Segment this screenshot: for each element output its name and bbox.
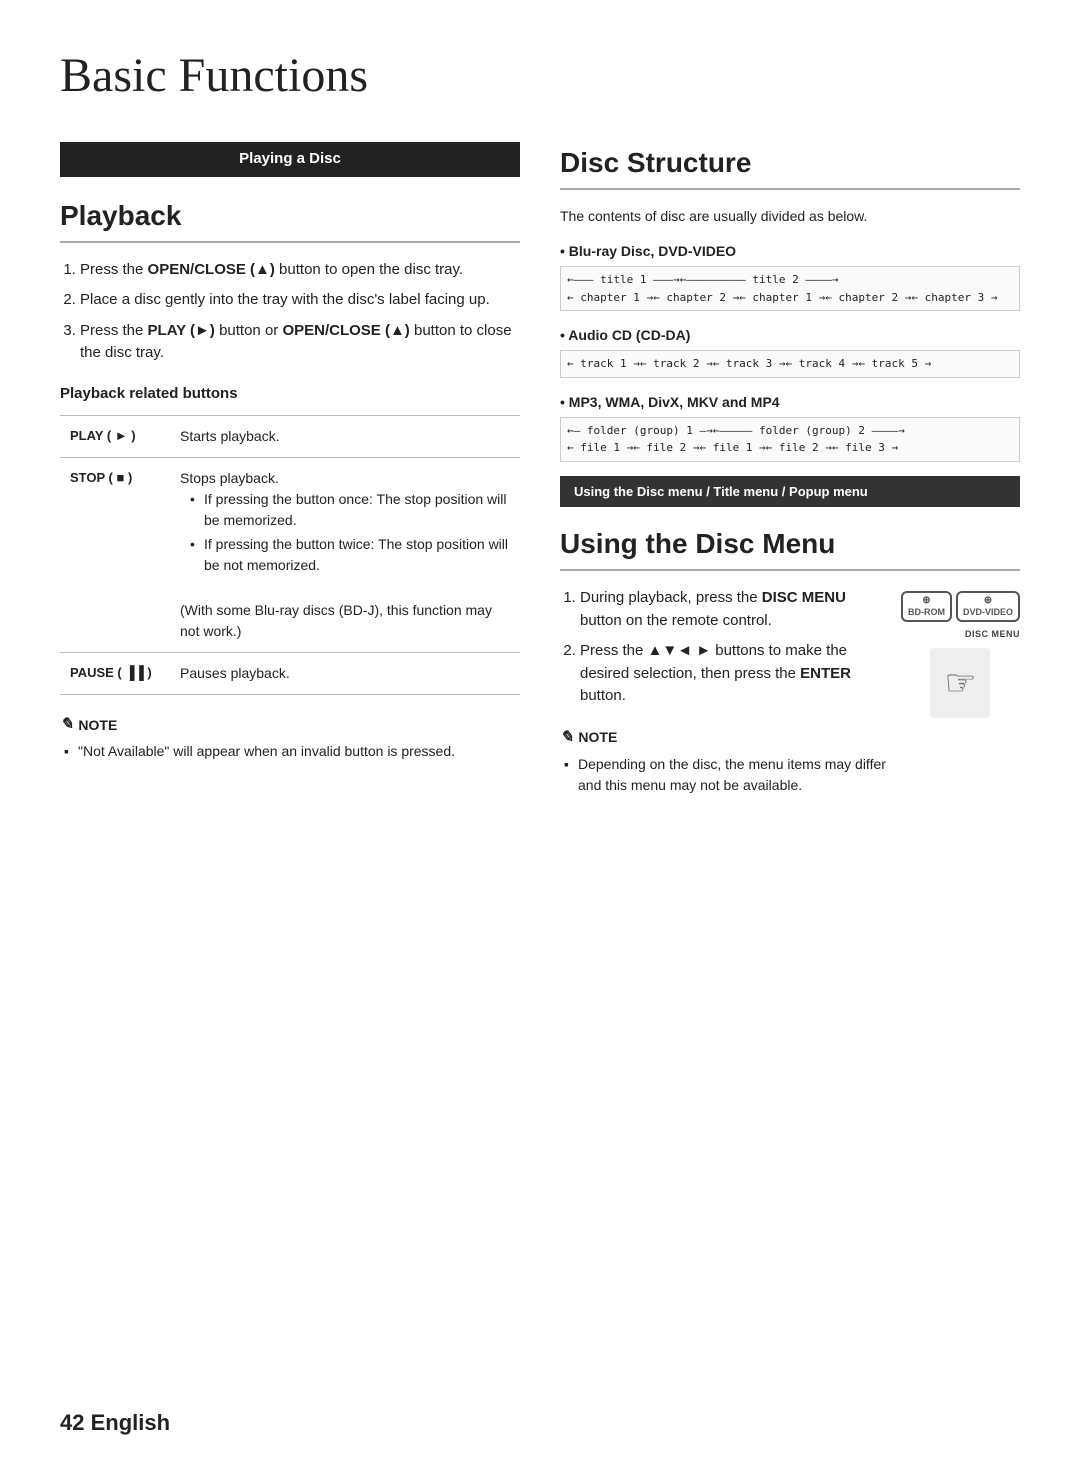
table-row-stop: STOP ( ■ ) Stops playback. If pressing t… [60, 458, 520, 653]
playing-disc-header: Playing a Disc [60, 142, 520, 177]
disc-menu-text: During playback, press the DISC MENU but… [560, 587, 887, 796]
dvd-video-badge: ⊕ DVD-VIDEO [956, 591, 1020, 622]
bd-rom-badge: ⊕ BD-ROM [901, 591, 952, 622]
mp3-row-2: ← file 1 →← file 2 →← file 1 →← file 2 →… [567, 439, 1013, 457]
disc-type-bluray-label: Blu-ray Disc, DVD-VIDEO [560, 241, 1020, 262]
bluray-row-2: ← chapter 1 →← chapter 2 →← chapter 1 →←… [567, 289, 1013, 307]
pause-key: PAUSE ( ▐▐ ) [60, 653, 170, 695]
page-number-value: 42 [60, 1410, 84, 1435]
step-1: Press the OPEN/CLOSE (▲) button to open … [80, 259, 520, 282]
disc-type-mp3-label: MP3, WMA, DivX, MKV and MP4 [560, 392, 1020, 413]
disc-menu-note-label: NOTE [578, 727, 617, 748]
bluray-diagram: ←——— title 1 ———→←————————— title 2 ————… [560, 266, 1020, 311]
disc-menu-title: Using the Disc Menu [560, 523, 1020, 571]
disc-menu-note-item-1: Depending on the disc, the menu items ma… [560, 754, 887, 796]
table-row-play: PLAY ( ► ) Starts playback. [60, 416, 520, 458]
note-section: ✎ NOTE "Not Available" will appear when … [60, 713, 520, 762]
disc-type-audiocd-label: Audio CD (CD-DA) [560, 325, 1020, 346]
playback-steps: Press the OPEN/CLOSE (▲) button to open … [60, 259, 520, 365]
disc-menu-img-label: DISC MENU [901, 628, 1020, 642]
note-label: NOTE [78, 715, 117, 736]
remote-hand-image: ☞ [930, 648, 990, 718]
note-item-1: "Not Available" will appear when an inva… [60, 741, 520, 762]
stop-key: STOP ( ■ ) [60, 458, 170, 653]
playback-table: PLAY ( ► ) Starts playback. STOP ( ■ ) S… [60, 415, 520, 695]
disc-menu-header-bar: Using the Disc menu / Title menu / Popup… [560, 476, 1020, 508]
stop-note-2: If pressing the button twice: The stop p… [190, 534, 510, 576]
disc-menu-content: During playback, press the DISC MENU but… [560, 587, 1020, 796]
hand-icon: ☞ [944, 656, 976, 710]
pause-value: Pauses playback. [170, 653, 520, 695]
disc-menu-note: ✎ NOTE Depending on the disc, the menu i… [560, 726, 887, 796]
disc-type-bluray: Blu-ray Disc, DVD-VIDEO ←——— title 1 ———… [560, 241, 1020, 311]
play-key: PLAY ( ► ) [60, 416, 170, 458]
stop-note-3: (With some Blu-ray discs (BD-J), this fu… [180, 602, 492, 639]
note-icon: ✎ [60, 713, 73, 737]
disc-badges: ⊕ BD-ROM ⊕ DVD-VIDEO [901, 591, 1020, 622]
note-title: ✎ NOTE [60, 713, 520, 737]
disc-menu-note-title: ✎ NOTE [560, 726, 887, 750]
table-row-pause: PAUSE ( ▐▐ ) Pauses playback. [60, 653, 520, 695]
page-number: 42 English [60, 1406, 170, 1439]
page-title: Basic Functions [60, 40, 1020, 112]
disc-intro: The contents of disc are usually divided… [560, 206, 1020, 227]
left-column: Playing a Disc Playback Press the OPEN/C… [60, 142, 520, 762]
bluray-row-1: ←——— title 1 ———→←————————— title 2 ————… [567, 271, 1013, 289]
audiocd-diagram: ← track 1 →← track 2 →← track 3 →← track… [560, 350, 1020, 378]
stop-note-1: If pressing the button once: The stop po… [190, 489, 510, 531]
disc-structure-title: Disc Structure [560, 142, 1020, 190]
stop-value: Stops playback. If pressing the button o… [170, 458, 520, 653]
bd-rom-label: BD-ROM [908, 607, 945, 618]
dvd-video-plus: ⊕ [963, 595, 1013, 607]
disc-menu-step-2: Press the ▲▼◄ ► buttons to make the desi… [580, 640, 887, 708]
disc-menu-step-1: During playback, press the DISC MENU but… [580, 587, 887, 632]
disc-menu-icons: ⊕ BD-ROM ⊕ DVD-VIDEO DISC MENU ☞ [901, 591, 1020, 717]
audiocd-row-1: ← track 1 →← track 2 →← track 3 →← track… [567, 355, 1013, 373]
disc-type-audiocd: Audio CD (CD-DA) ← track 1 →← track 2 →←… [560, 325, 1020, 378]
mp3-diagram: ←— folder (group) 1 —→←————— folder (gro… [560, 417, 1020, 462]
page-language-label: English [91, 1410, 170, 1435]
bd-rom-plus: ⊕ [908, 595, 945, 607]
playback-title: Playback [60, 195, 520, 243]
disc-menu-steps: During playback, press the DISC MENU but… [560, 587, 887, 708]
right-column: Disc Structure The contents of disc are … [560, 142, 1020, 796]
step-3: Press the PLAY (►) button or OPEN/CLOSE … [80, 320, 520, 365]
mp3-row-1: ←— folder (group) 1 —→←————— folder (gro… [567, 422, 1013, 440]
disc-menu-label-area: DISC MENU [901, 628, 1020, 642]
dvd-video-label: DVD-VIDEO [963, 607, 1013, 618]
disc-type-mp3: MP3, WMA, DivX, MKV and MP4 ←— folder (g… [560, 392, 1020, 462]
play-value: Starts playback. [170, 416, 520, 458]
playback-related-buttons-title: Playback related buttons [60, 383, 520, 406]
disc-menu-note-icon: ✎ [560, 726, 573, 750]
step-2: Place a disc gently into the tray with t… [80, 289, 520, 312]
